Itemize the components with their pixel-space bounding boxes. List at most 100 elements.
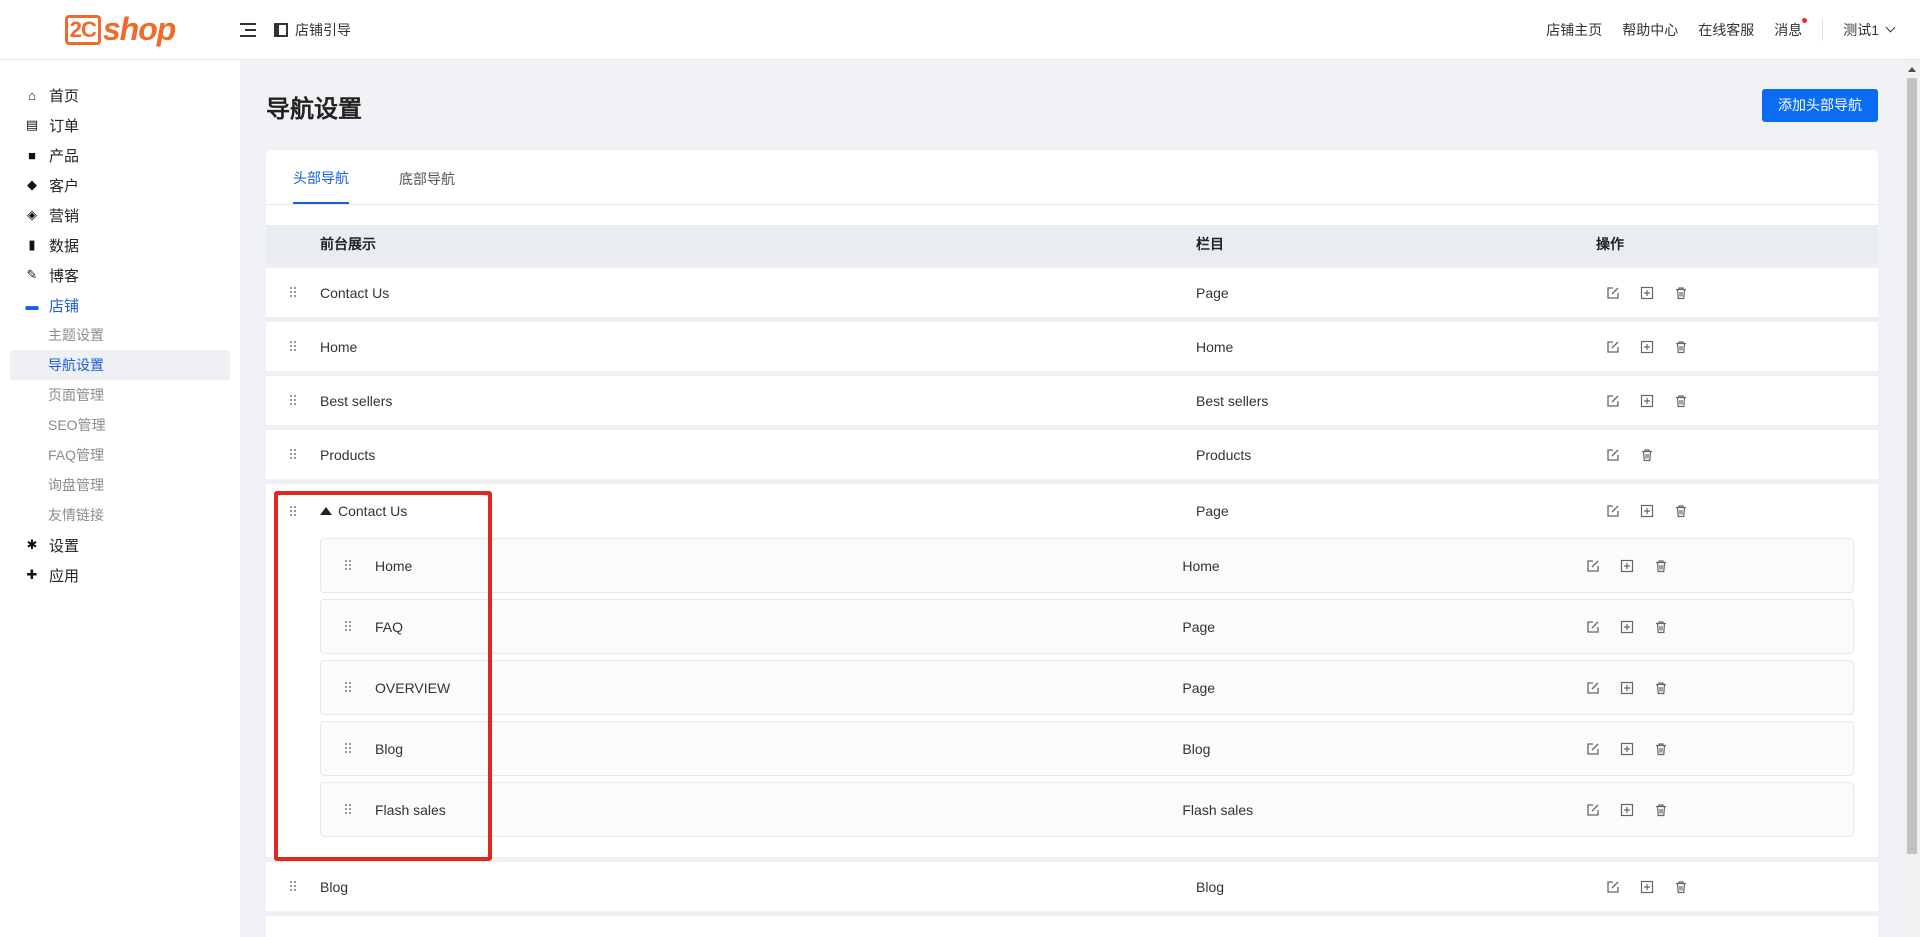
nav-store-home[interactable]: 店铺主页 [1546,20,1602,40]
logo-mark: 2C [64,14,101,45]
row-column: Blog [1182,740,1211,757]
trash-icon[interactable] [1664,391,1698,411]
trash-icon[interactable] [1644,617,1678,637]
trash-icon[interactable] [1664,283,1698,303]
drag-handle-icon[interactable] [266,286,320,299]
sidebar-subitem-theme[interactable]: 主题设置 [10,320,230,350]
sidebar-subitem-seo[interactable]: SEO管理 [10,410,230,440]
sidebar-item-products[interactable]: ■ 产品 [0,140,240,170]
edit-icon[interactable] [1576,617,1610,637]
trash-icon[interactable] [1644,556,1678,576]
user-menu[interactable]: 测试1 [1843,20,1896,40]
trash-icon[interactable] [1644,739,1678,759]
sidebar: ⌂ 首页 ▤ 订单 ■ 产品 ◆ 客户 ◈ 营销 ▮ 数据 ✎ 博客 ▬ 店铺 主题设置 导航设… [0,60,240,937]
edit-icon[interactable] [1576,556,1610,576]
drag-handle-icon[interactable] [321,620,375,633]
sidebar-subitem-pages[interactable]: 页面管理 [10,380,230,410]
row-name: FAQ [375,618,404,635]
nav-help-center[interactable]: 帮助中心 [1622,20,1678,40]
table-row-parent: Contact Us Page [266,484,1878,538]
trash-icon[interactable] [1644,678,1678,698]
tab-bar: 头部导航 底部导航 [266,150,1878,205]
header-display: 前台展示 [320,236,376,252]
edit-icon[interactable] [1596,283,1630,303]
add-child-icon[interactable] [1610,678,1644,698]
table-row: Best sellers Best sellers [266,371,1878,425]
drag-handle-icon[interactable] [266,448,320,461]
edit-icon[interactable] [1596,391,1630,411]
row-column: Home [1182,557,1220,574]
tab-header-nav[interactable]: 头部导航 [293,150,349,204]
sidebar-item-customers[interactable]: ◆ 客户 [0,170,240,200]
add-child-icon[interactable] [1630,337,1664,357]
row-column: Home [1196,338,1234,355]
drag-handle-icon[interactable] [266,504,320,518]
drag-handle-icon[interactable] [321,559,375,572]
add-child-icon[interactable] [1630,877,1664,897]
edit-icon[interactable] [1576,678,1610,698]
logo[interactable]: 2C shop [0,0,240,60]
tab-footer-nav[interactable]: 底部导航 [399,150,455,204]
nav-messages[interactable]: 消息 [1774,17,1808,40]
sidebar-item-home[interactable]: ⌂ 首页 [0,80,240,110]
sidebar-item-data[interactable]: ▮ 数据 [0,230,240,260]
edit-icon[interactable] [1596,877,1630,897]
trash-icon[interactable] [1630,445,1664,465]
drag-handle-icon[interactable] [321,742,375,755]
drag-handle-icon[interactable] [321,681,375,694]
scroll-up-arrow-icon[interactable] [1908,67,1916,72]
sidebar-item-settings[interactable]: ✱ 设置 [0,530,240,560]
sidebar-item-label: 首页 [49,87,80,105]
add-child-icon[interactable] [1610,556,1644,576]
scrollbar-thumb[interactable] [1907,78,1917,854]
sidebar-subitem-navigation[interactable]: 导航设置 [10,350,230,380]
drag-handle-icon[interactable] [266,340,320,353]
sidebar-item-label: 设置 [49,537,80,555]
sidebar-subitem-inquiry[interactable]: 询盘管理 [10,470,230,500]
add-child-icon[interactable] [1630,391,1664,411]
add-child-icon[interactable] [1630,283,1664,303]
row-column: Page [1182,618,1216,635]
trash-icon[interactable] [1664,877,1698,897]
drag-handle-icon[interactable] [321,803,375,816]
bar-chart-icon: ▮ [28,237,36,252]
trash-icon[interactable] [1664,337,1698,357]
edit-icon[interactable] [1576,739,1610,759]
top-nav: 店铺主页 帮助中心 在线客服 消息 测试1 [1526,17,1920,41]
trash-icon[interactable] [1664,501,1698,521]
add-child-icon[interactable] [1610,617,1644,637]
sidebar-item-apps[interactable]: ✚ 应用 [0,560,240,590]
edit-icon[interactable] [1596,445,1630,465]
add-header-nav-button[interactable]: 添加头部导航 [1762,88,1878,122]
trash-icon[interactable] [1644,800,1678,820]
add-child-icon[interactable] [1610,800,1644,820]
clipboard-icon: ▤ [25,117,39,132]
nav-online-service[interactable]: 在线客服 [1698,20,1754,40]
logo-text: shop [102,11,176,47]
user-name: 测试1 [1843,21,1879,38]
divider [1822,18,1824,41]
vertical-scrollbar[interactable] [1904,60,1920,937]
edit-icon[interactable] [1576,800,1610,820]
sidebar-subitem-faq[interactable]: FAQ管理 [10,440,230,470]
tag-icon: ◈ [27,207,37,222]
child-row: FAQ Page [320,599,1854,654]
sidebar-item-store[interactable]: ▬ 店铺 [0,290,240,320]
edit-icon[interactable] [1596,501,1630,521]
edit-icon[interactable] [1596,337,1630,357]
breadcrumb[interactable]: 店铺引导 [274,20,351,40]
collapse-caret-icon[interactable] [320,507,332,515]
drag-handle-icon[interactable] [266,880,320,893]
add-child-icon[interactable] [1630,501,1664,521]
sidebar-item-orders[interactable]: ▤ 订单 [0,110,240,140]
store-icon: ▬ [25,297,39,313]
menu-toggle-icon[interactable] [240,22,256,37]
bag-icon: ■ [28,147,36,163]
sidebar-item-marketing[interactable]: ◈ 营销 [0,200,240,230]
drag-handle-icon[interactable] [266,394,320,407]
row-name: Contact Us [338,503,408,519]
sidebar-item-blog[interactable]: ✎ 博客 [0,260,240,290]
row-column: Page [1182,679,1216,696]
add-child-icon[interactable] [1610,739,1644,759]
sidebar-subitem-links[interactable]: 友情链接 [10,500,230,530]
